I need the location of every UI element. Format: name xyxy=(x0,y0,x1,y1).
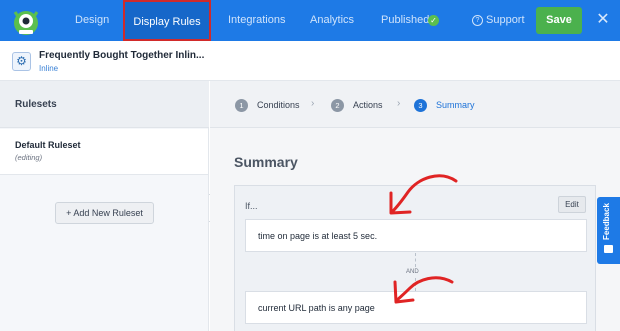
tab-integrations[interactable]: Integrations xyxy=(228,0,285,41)
ruleset-status: (editing) xyxy=(15,153,43,162)
close-icon[interactable]: ✕ xyxy=(595,11,611,29)
main-content: 1 Conditions › 2 Actions › 3 Summary Sum… xyxy=(210,81,620,331)
if-label: If... xyxy=(245,201,258,211)
tab-display-rules[interactable]: Display Rules xyxy=(123,0,211,41)
ruleset-sidebar: Rulesets Default Ruleset (editing) + Add… xyxy=(0,81,209,331)
steps-bar: 1 Conditions › 2 Actions › 3 Summary xyxy=(210,81,620,128)
condition-text: time on page is at least 5 sec. xyxy=(258,231,378,241)
tab-analytics[interactable]: Analytics xyxy=(310,0,354,41)
help-icon: ? xyxy=(472,15,483,26)
sidebar-header: Rulesets xyxy=(0,81,209,128)
top-navigation-bar: Design Display Rules Integrations Analyt… xyxy=(0,0,620,41)
step-summary[interactable]: Summary xyxy=(436,100,475,110)
campaign-type: Inline xyxy=(39,64,59,73)
ruleset-item-default[interactable]: Default Ruleset (editing) xyxy=(0,129,208,175)
step-actions[interactable]: Actions xyxy=(353,100,383,110)
save-button[interactable]: Save xyxy=(536,7,582,34)
condition-row: current URL path is any page xyxy=(245,291,587,324)
sidebar-heading: Rulesets xyxy=(15,99,57,110)
chat-icon xyxy=(604,245,613,253)
connector-line xyxy=(415,278,416,291)
chevron-right-icon: › xyxy=(311,98,315,109)
tab-published[interactable]: Published xyxy=(381,0,429,41)
step-conditions[interactable]: Conditions xyxy=(257,100,300,110)
step-1-number: 1 xyxy=(235,99,248,112)
summary-panel: If... Edit time on page is at least 5 se… xyxy=(234,185,596,331)
campaign-title: Frequently Bought Together Inlin... xyxy=(39,50,205,61)
tab-design[interactable]: Design xyxy=(75,0,109,41)
gear-icon[interactable]: ⚙ xyxy=(12,52,31,71)
campaign-header: ⚙ Frequently Bought Together Inlin... In… xyxy=(0,41,620,81)
edit-button[interactable]: Edit xyxy=(558,196,586,213)
add-ruleset-button[interactable]: + Add New Ruleset xyxy=(55,202,154,224)
and-label: AND xyxy=(406,269,419,275)
monster-logo-icon[interactable] xyxy=(9,4,43,38)
step-2-number: 2 xyxy=(331,99,344,112)
connector-line xyxy=(415,253,416,267)
ruleset-name: Default Ruleset xyxy=(15,140,81,150)
condition-text: current URL path is any page xyxy=(258,303,375,313)
support-link[interactable]: Support xyxy=(486,0,525,41)
chevron-right-icon: › xyxy=(397,98,401,109)
check-icon: ✓ xyxy=(428,15,439,26)
step-3-number: 3 xyxy=(414,99,427,112)
condition-row: time on page is at least 5 sec. xyxy=(245,219,587,252)
summary-heading: Summary xyxy=(234,154,298,170)
feedback-label: Feedback xyxy=(602,203,611,240)
